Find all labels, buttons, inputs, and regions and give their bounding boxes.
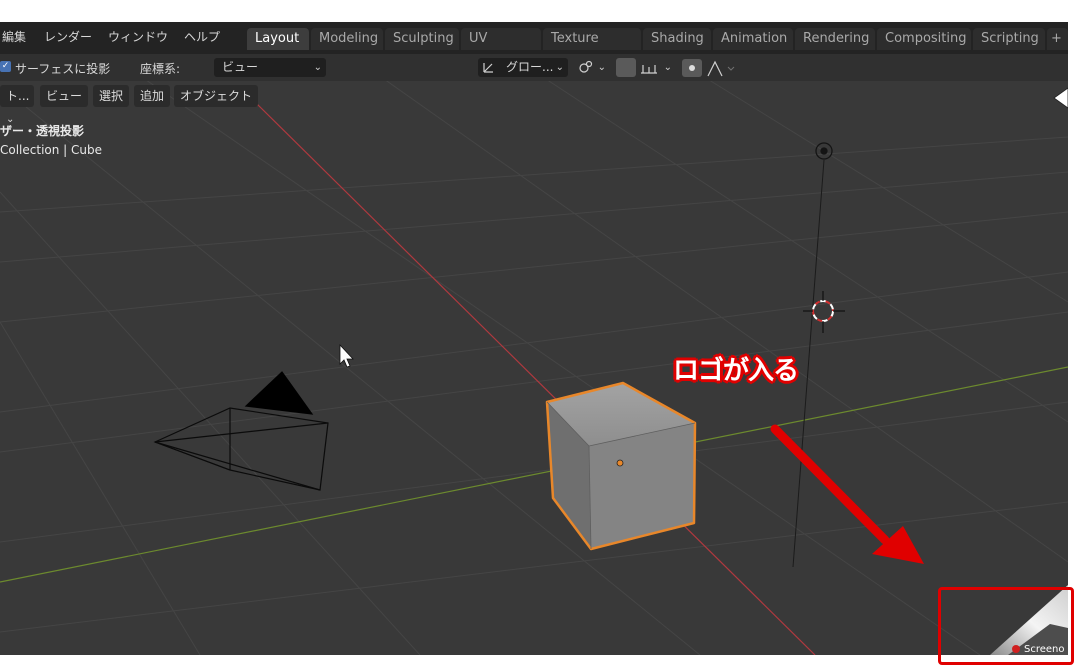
chevron-down-icon: ⌄ [597, 62, 606, 73]
gizmo-icon[interactable] [1053, 87, 1068, 109]
view-name-label: ザー・透視投影 [0, 124, 85, 138]
mode-value: ト... [6, 89, 30, 103]
pivot-dropdown[interactable]: ⌄ [574, 58, 610, 77]
blender-window: Screeno 編集 レンダー ウィンドウ ヘルプ Layout Modelin… [0, 22, 1068, 655]
light-icon[interactable] [815, 142, 833, 160]
callout-arrow [770, 424, 924, 564]
snap-icon [579, 60, 593, 73]
3d-viewport[interactable]: Screeno [0, 22, 1068, 655]
tab-layout[interactable]: Layout [247, 28, 309, 50]
surface-project-label[interactable]: サーフェスに投影 [15, 60, 110, 77]
top-bar: 編集 レンダー ウィンドウ ヘルプ Layout Modeling Sculpt… [0, 22, 1068, 68]
tab-shading[interactable]: Shading [643, 28, 711, 50]
tool-header: ✓ サーフェスに投影 座標系: ビュー ⌄ グロー... ⌄ ⌄ ⌄ [0, 54, 1068, 81]
menu-render[interactable]: レンダー [44, 28, 92, 45]
highlight-box [938, 587, 1074, 665]
menu-window[interactable]: ウィンドウ [108, 28, 168, 45]
tab-rendering[interactable]: Rendering [795, 28, 875, 50]
logo-callout-text: ロゴが入る [673, 356, 799, 386]
snapping-group[interactable]: ⌄ [614, 58, 676, 77]
tab-animation[interactable]: Animation [713, 28, 793, 50]
camera-icon[interactable] [153, 371, 329, 491]
mode-dropdown[interactable]: ト... ⌄ [0, 85, 34, 125]
menu-add[interactable]: 追加 [134, 85, 171, 107]
chevron-down-icon: ⌄ [555, 62, 564, 73]
falloff-icon[interactable] [706, 60, 736, 78]
menu-help[interactable]: ヘルプ [184, 28, 220, 45]
transform-orientation-dropdown[interactable]: グロー... ⌄ [478, 58, 568, 77]
menu-view[interactable]: ビュー [40, 85, 89, 107]
cube-object[interactable] [545, 381, 697, 551]
coordinate-dropdown[interactable]: ビュー ⌄ [214, 58, 326, 77]
collection-label: Collection | Cube [0, 143, 103, 157]
tab-texture-paint[interactable]: Texture Paint [543, 28, 641, 68]
transform-orientation-value: グロー... [506, 60, 554, 74]
coordinate-value: ビュー [222, 60, 259, 74]
coordinate-label: 座標系: [140, 62, 181, 76]
tab-compositing[interactable]: Compositing [877, 28, 971, 50]
chevron-down-icon: ⌄ [663, 62, 672, 73]
tab-sculpting[interactable]: Sculpting [385, 28, 459, 50]
3d-cursor-icon [803, 291, 845, 333]
add-workspace-button[interactable]: + [1047, 28, 1068, 50]
magnet-icon[interactable] [616, 58, 636, 77]
proportional-icon[interactable] [682, 59, 702, 77]
snap-increment-icon [641, 65, 657, 74]
tab-scripting[interactable]: Scripting [973, 28, 1045, 50]
grid-floor [0, 61, 1068, 655]
chevron-down-icon: ⌄ [313, 62, 322, 73]
menu-select[interactable]: 選択 [93, 85, 130, 107]
menu-object[interactable]: オブジェクト [174, 85, 259, 107]
checkbox-checked-icon[interactable]: ✓ [0, 61, 11, 72]
tab-uv-editing[interactable]: UV Editing [461, 28, 541, 68]
menu-edit[interactable]: 編集 [2, 28, 26, 45]
tab-modeling[interactable]: Modeling [311, 28, 383, 50]
transform-icon [483, 63, 493, 73]
